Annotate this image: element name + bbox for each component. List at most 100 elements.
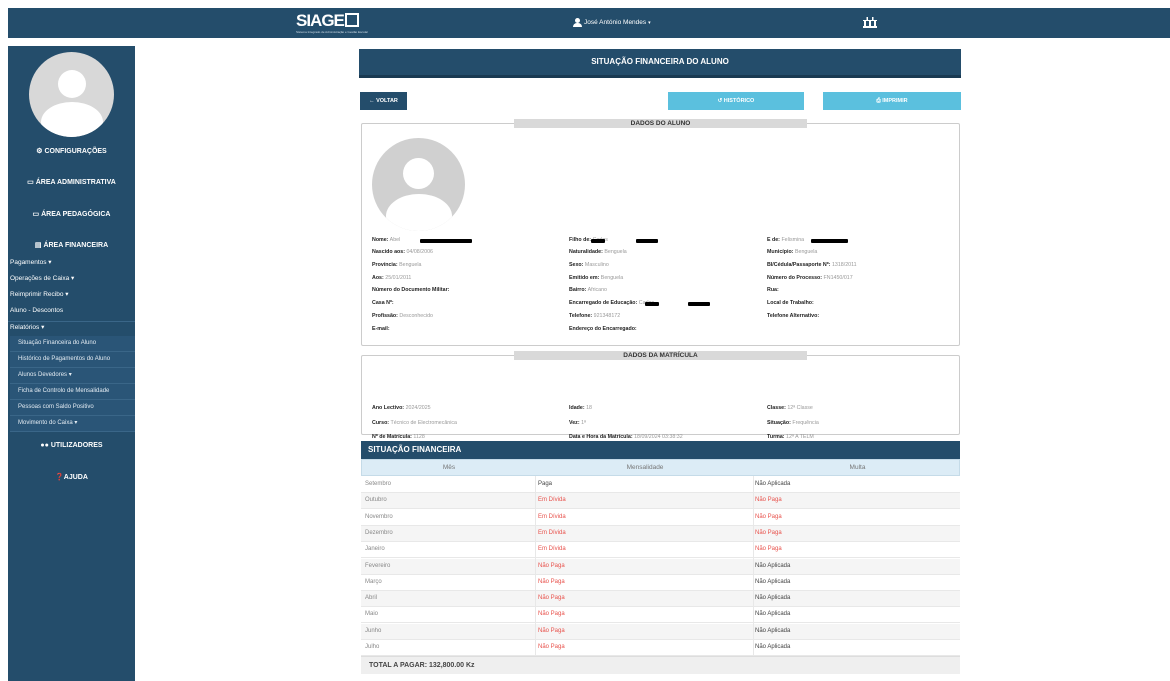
column-header: Mensalidade <box>626 464 664 471</box>
table-cell-mes: Novembro <box>365 513 393 520</box>
user-icon <box>573 18 582 27</box>
redacted-mark <box>636 239 658 243</box>
table-cell-multa: Não Aplicada <box>755 481 791 487</box>
enrollment-field: Curso: Técnico de Electromecânica <box>372 420 457 426</box>
submenu-alunos-devedores[interactable]: Alunos Devedores ▾ <box>10 368 135 384</box>
table-cell-multa: Não Paga <box>755 546 782 553</box>
field-label: Número do Documento Militar: <box>372 287 450 293</box>
table-cell-mensalidade: Não Paga <box>538 578 565 585</box>
table-cell-multa: Não Aplicada <box>755 578 791 585</box>
siage-logo[interactable]: SIAGE <box>296 12 359 30</box>
table-cell-mes: Outubro <box>365 497 387 504</box>
student-field: Rua: <box>767 287 779 293</box>
menu-relatorios[interactable]: Relatórios ▾ <box>8 321 135 333</box>
field-label: Classe: <box>767 405 786 411</box>
field-value: Africano <box>587 287 607 293</box>
field-label: Município: <box>767 249 794 255</box>
submenu-situacao-financeira[interactable]: Situação Financeira do Aluno <box>10 336 135 352</box>
institution-icon[interactable] <box>863 16 877 28</box>
student-field: Número do Processo: FN1450/017 <box>767 275 853 281</box>
sidebar-area-pedagogica[interactable]: ▭ ÁREA PEDAGÓGICA <box>8 210 135 218</box>
field-value: Desconhecido <box>399 313 433 319</box>
field-label: Local de Trabalho: <box>767 300 814 306</box>
student-field: Bairro: Africano <box>569 287 607 293</box>
table-cell-mensalidade: Em Dívida <box>538 529 566 536</box>
field-label: Bairro: <box>569 287 587 293</box>
menu-operacoes-caixa[interactable]: Operações de Caixa ▾ <box>8 273 135 285</box>
table-cell-multa: Não Aplicada <box>755 562 791 569</box>
sidebar-utilizadores[interactable]: ●● UTILIZADORES <box>8 442 135 449</box>
field-label: Situação: <box>767 420 791 426</box>
submenu-ficha-controlo[interactable]: Ficha de Controlo de Mensalidade <box>10 384 135 400</box>
sidebar-configuracoes[interactable]: ⚙ CONFIGURAÇÕES <box>8 147 135 155</box>
table-cell-mensalidade: Em Dívida <box>538 513 566 520</box>
student-field: Profissão: Desconhecido <box>372 313 433 319</box>
redacted-mark <box>688 302 710 306</box>
field-label: Rua: <box>767 287 779 293</box>
menu-pagamentos[interactable]: Pagamentos ▾ <box>8 257 135 269</box>
column-divider <box>753 476 754 656</box>
menu-reimprimir-recibo[interactable]: Reimprimir Recibo ▾ <box>8 289 135 301</box>
enrollment-field: Classe: 12ª Classe <box>767 405 813 411</box>
submenu-saldo-positivo[interactable]: Pessoas com Saldo Positivo <box>10 400 135 416</box>
table-row: Novembro Em Dívida Não Paga <box>361 510 960 526</box>
field-label: Vez: <box>569 420 580 426</box>
field-value: 12ª Classe <box>787 405 813 411</box>
enrollment-field: Ano Lectivo: 2024/2025 <box>372 405 431 411</box>
field-label: Nº de Matrícula: <box>372 434 412 440</box>
field-value: Benguela <box>399 262 422 268</box>
users-icon: ●● <box>40 442 51 449</box>
top-navbar: SIAGE Sistema Integrado de Administração… <box>8 8 1170 38</box>
submenu-historico-pagamentos[interactable]: Histórico de Pagamentos do Aluno <box>10 352 135 368</box>
print-button[interactable]: ⎙ IMPRIMIR <box>823 92 961 110</box>
table-cell-multa: Não Aplicada <box>755 611 791 618</box>
student-field: Nome: Abel <box>372 237 400 243</box>
student-field: Aos: 25/01/2011 <box>372 275 411 281</box>
table-cell-mes: Dezembro <box>365 529 393 536</box>
table-cell-mes: Maio <box>365 611 379 618</box>
table-cell-mensalidade: Paga <box>538 481 553 487</box>
student-field: Encarregado de Educação: Carlos <box>569 300 654 306</box>
submenu-movimento-caixa[interactable]: Movimento do Caixa ▾ <box>10 416 135 432</box>
field-label: Encarregado de Educação: <box>569 300 638 306</box>
back-button[interactable]: ← VOLTAR <box>360 92 407 110</box>
field-value: Benguela <box>600 275 624 281</box>
sidebar-area-financeira[interactable]: ▤ ÁREA FINANCEIRA <box>8 241 135 249</box>
table-row: Março Não Paga Não Aplicada <box>361 575 960 591</box>
student-field: Telefone Alternativo: <box>767 313 819 319</box>
field-label: Emitido em: <box>569 275 600 281</box>
table-row: Janeiro Em Dívida Não Paga <box>361 542 960 559</box>
field-value: FN1450/017 <box>823 275 853 281</box>
total-to-pay: TOTAL A PAGAR: 132,800.00 Kz <box>361 656 960 674</box>
financial-situation-header: SITUAÇÃO FINANCEIRA <box>361 441 960 459</box>
field-value: 04/08/2006 <box>406 249 433 255</box>
field-value: Técnico de Electromecânica <box>390 420 458 426</box>
student-field: Endereço do Encarregado: <box>569 326 637 332</box>
field-value: Benguela <box>794 249 818 255</box>
table-row: Junho Não Paga Não Aplicada <box>361 623 960 640</box>
table-header: Mês Mensalidade Multa <box>361 459 960 476</box>
field-label: Sexo: <box>569 262 584 268</box>
menu-aluno-descontos[interactable]: Aluno - Descontos <box>8 305 135 317</box>
sidebar-ajuda[interactable]: ❓AJUDA <box>8 473 135 481</box>
field-label: Curso: <box>372 420 390 426</box>
table-cell-mes: Março <box>365 578 382 585</box>
table-cell-multa: Não Aplicada <box>755 595 791 602</box>
table-cell-multa: Não Paga <box>755 513 782 520</box>
table-cell-multa: Não Paga <box>755 529 782 536</box>
table-cell-mes: Fevereiro <box>365 562 391 569</box>
history-button[interactable]: ↺ HISTÓRICO <box>668 92 804 110</box>
field-value: 1ª <box>581 420 587 426</box>
user-menu[interactable]: José António Mendes ▾ <box>573 18 651 27</box>
logo-subtitle: Sistema Integrado de Administração e Ges… <box>296 30 369 34</box>
student-data-title: DADOS DO ALUNO <box>514 119 807 128</box>
table-cell-multa: Não Aplicada <box>755 627 791 634</box>
field-label: Nome: <box>372 237 389 243</box>
table-cell-mensalidade: Não Paga <box>538 562 565 569</box>
field-label: BI/Cédula/Passaporte Nº: <box>767 262 831 268</box>
field-value: 12ª A TELM <box>786 434 814 440</box>
field-label: Profissão: <box>372 313 398 319</box>
field-value: 18 <box>586 405 592 411</box>
sidebar-area-administrativa[interactable]: ▭ ÁREA ADMINISTRATIVA <box>8 178 135 186</box>
student-field: Telefone: 921348172 <box>569 313 620 319</box>
